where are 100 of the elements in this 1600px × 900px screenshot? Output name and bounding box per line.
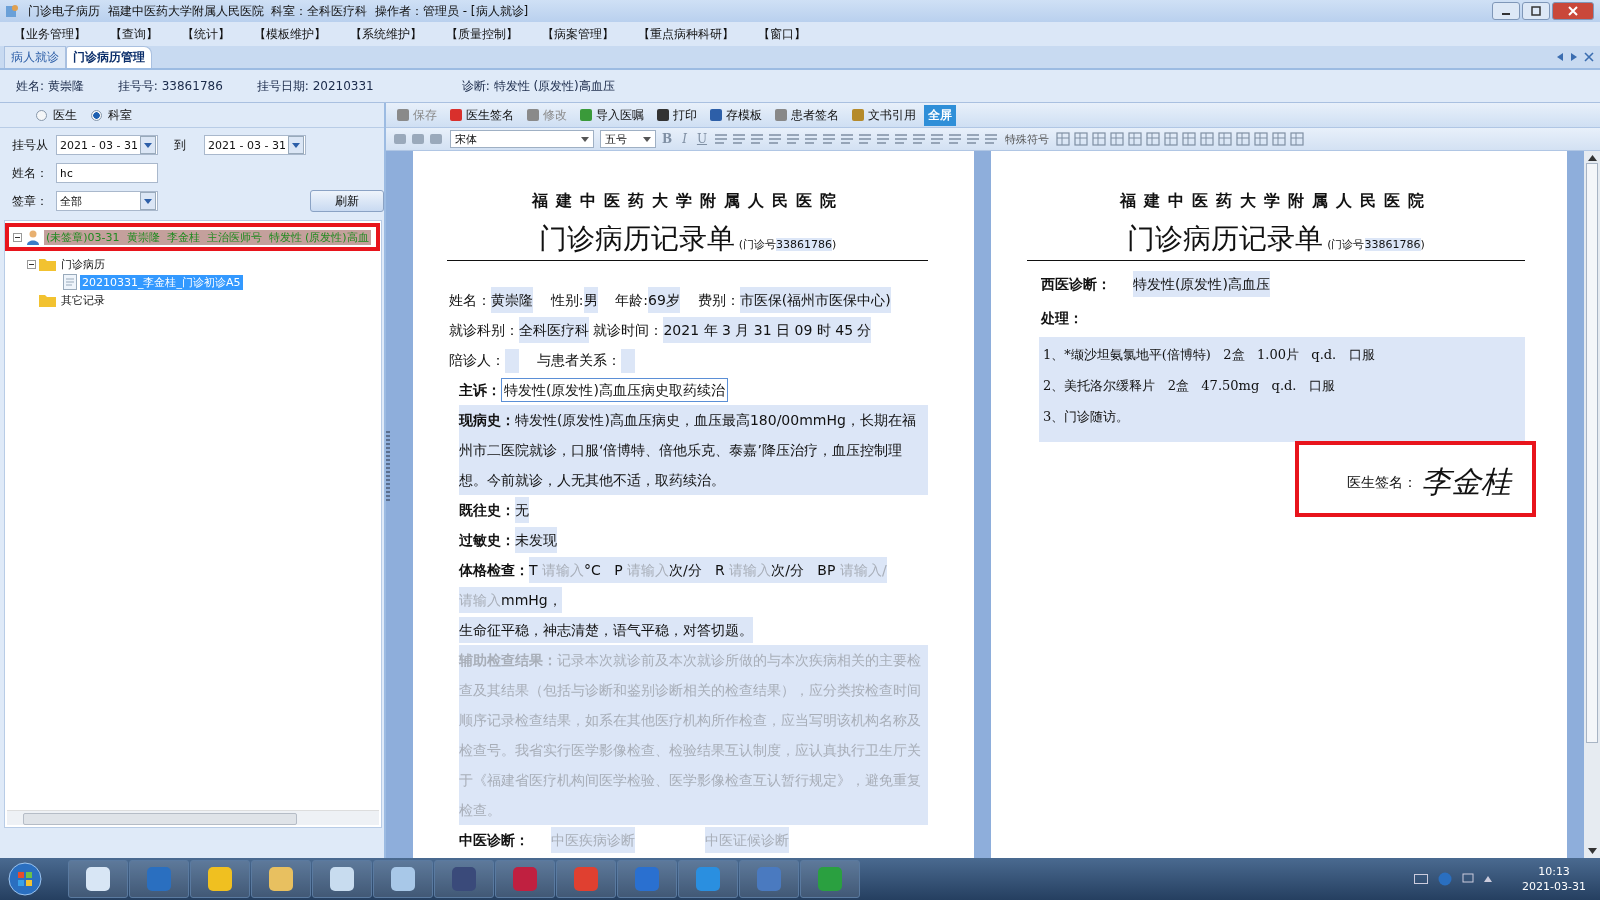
field-label: 过敏史： [459, 532, 515, 548]
field-value: 无 [515, 497, 529, 523]
input-field[interactable] [505, 349, 519, 373]
table-icon[interactable] [1128, 132, 1143, 146]
table-icon[interactable] [1146, 132, 1161, 146]
square-icon [774, 108, 788, 122]
justify-icon[interactable] [768, 132, 783, 146]
collapse-icon[interactable] [27, 259, 36, 269]
square-icon [851, 108, 865, 122]
scroll-up-icon[interactable] [1587, 155, 1597, 161]
menu-item[interactable]: 【系统维护】 [350, 25, 422, 43]
table-icon[interactable] [1110, 132, 1125, 146]
radio-option[interactable]: 医生 [36, 106, 77, 124]
maximize-button[interactable] [1522, 2, 1550, 20]
caret-icon [144, 142, 152, 148]
menu-item[interactable]: 【窗口】 [758, 25, 806, 43]
caret-icon [144, 198, 152, 204]
menu-item[interactable]: 【质量控制】 [446, 25, 518, 43]
menu-item[interactable]: 【查询】 [110, 25, 158, 43]
app-icon [388, 864, 418, 894]
toolbar-button[interactable]: 打印 [652, 104, 701, 126]
square-icon [579, 108, 593, 122]
radio-option[interactable]: 科室 [91, 106, 132, 124]
input-field[interactable]: 特发性(原发性)高血压病史取药续治 [501, 378, 728, 402]
special-symbol-button[interactable]: 特殊符号 [1001, 131, 1054, 147]
right-arrow-icon[interactable] [1570, 52, 1578, 62]
start-button[interactable] [8, 862, 42, 896]
app-icon [205, 864, 235, 894]
vertical-scrollbar[interactable] [1584, 151, 1600, 858]
document-icon [63, 274, 77, 290]
tab[interactable]: 病人就诊 [4, 46, 66, 68]
toolbar-button[interactable]: 文书引用 [847, 104, 920, 126]
tree-item[interactable]: 门诊病历 [59, 256, 107, 272]
treatment-item: 1、*缬沙坦氨氯地平(倍博特) 2盒 1.00片 q.d. 口服 [1043, 346, 1376, 364]
font-size-dropdown[interactable]: 五号 [600, 130, 656, 148]
signature: 李金桂 [1421, 463, 1511, 501]
splitter-grip[interactable] [386, 431, 390, 501]
horizontal-scrollbar[interactable] [7, 810, 379, 825]
table-icon[interactable] [1254, 132, 1269, 146]
seal-dropdown[interactable]: 全部 [56, 191, 158, 211]
toolbar-button[interactable]: 患者签名 [770, 104, 843, 126]
font-dropdown[interactable]: 宋体 [450, 130, 594, 148]
app-icon [510, 864, 540, 894]
left-arrow-icon[interactable] [1556, 52, 1564, 62]
field-value: 特发性(原发性)高血压 [1133, 271, 1270, 297]
scroll-down-icon[interactable] [1587, 848, 1597, 854]
close-button[interactable] [1552, 2, 1594, 20]
toolbar-button[interactable]: 存模板 [705, 104, 766, 126]
hospital-name: 福建中医药大学附属人民医院 [530, 191, 845, 212]
field-value: 次/分 R [669, 557, 730, 583]
keyboard-icon[interactable] [1414, 874, 1429, 884]
menu-item[interactable]: 【病案管理】 [542, 25, 614, 43]
collapse-icon[interactable] [13, 232, 22, 242]
table-icon[interactable] [1272, 132, 1287, 146]
date-field[interactable]: 2021 - 03 - 31 [204, 135, 306, 155]
treatment-item: 3、门诊随访。 [1043, 408, 1131, 426]
toolbar-button[interactable]: 导入医嘱 [575, 104, 648, 126]
field-value: 全科医疗科 [519, 317, 589, 343]
input-field[interactable] [620, 349, 635, 373]
table-icon[interactable] [1182, 132, 1197, 146]
table-icon[interactable] [1218, 132, 1233, 146]
menu-item[interactable]: 【模板维护】 [254, 25, 326, 43]
clock-date[interactable]: 2021-03-31 [1522, 879, 1586, 894]
maximize-icon [1531, 6, 1541, 16]
field-label: 签章： [12, 192, 49, 210]
table-icon[interactable] [1164, 132, 1179, 146]
tree-item[interactable]: 其它记录 [59, 292, 107, 308]
field-label: 挂号从 [12, 136, 49, 154]
tab[interactable]: 门诊病历管理 [66, 46, 152, 68]
toolbar-button[interactable]: 医生签名 [445, 104, 518, 126]
app-icon [144, 864, 174, 894]
field-label: 西医诊断： [1041, 276, 1111, 292]
field-text: 就诊科别： [449, 322, 519, 338]
menu-item[interactable]: 【重点病种科研】 [638, 25, 734, 43]
date-field[interactable]: 2021 - 03 - 31 [56, 135, 158, 155]
table-icon[interactable] [1236, 132, 1251, 146]
table-icon[interactable] [1200, 132, 1215, 146]
align-left-icon[interactable] [714, 132, 729, 146]
person-icon [25, 229, 41, 245]
refresh-button[interactable]: 刷新 [310, 190, 384, 212]
name-field[interactable]: hc [56, 163, 158, 183]
menu-item[interactable]: 【业务管理】 [14, 25, 86, 43]
field-text: 性别: [549, 292, 584, 308]
field-value: °C P [584, 557, 628, 583]
folder-icon [39, 257, 56, 271]
close-icon[interactable] [1584, 52, 1594, 62]
app-icon [266, 864, 296, 894]
signature-label: 医生签名： [1347, 473, 1417, 492]
menu-item[interactable]: 【统计】 [182, 25, 230, 43]
align-center-icon[interactable] [732, 132, 747, 146]
up-arrow-icon[interactable] [1484, 876, 1493, 882]
window-title: 门诊电子病历 福建中医药大学附属人民医院 科室：全科医疗科 操作者：管理员 - [病人就诊] [28, 2, 529, 20]
field-value: 市医保(福州市医保中心) [739, 287, 891, 313]
app-icon [815, 864, 845, 894]
document-title: 门诊病历记录单 [1127, 222, 1324, 255]
minimize-button[interactable] [1492, 2, 1520, 20]
hospital-name: 福建中医药大学附属人民医院 [1118, 191, 1433, 212]
folder-icon [39, 293, 56, 307]
clock-time[interactable]: 10:13 [1538, 864, 1570, 879]
align-right-icon[interactable] [750, 132, 765, 146]
